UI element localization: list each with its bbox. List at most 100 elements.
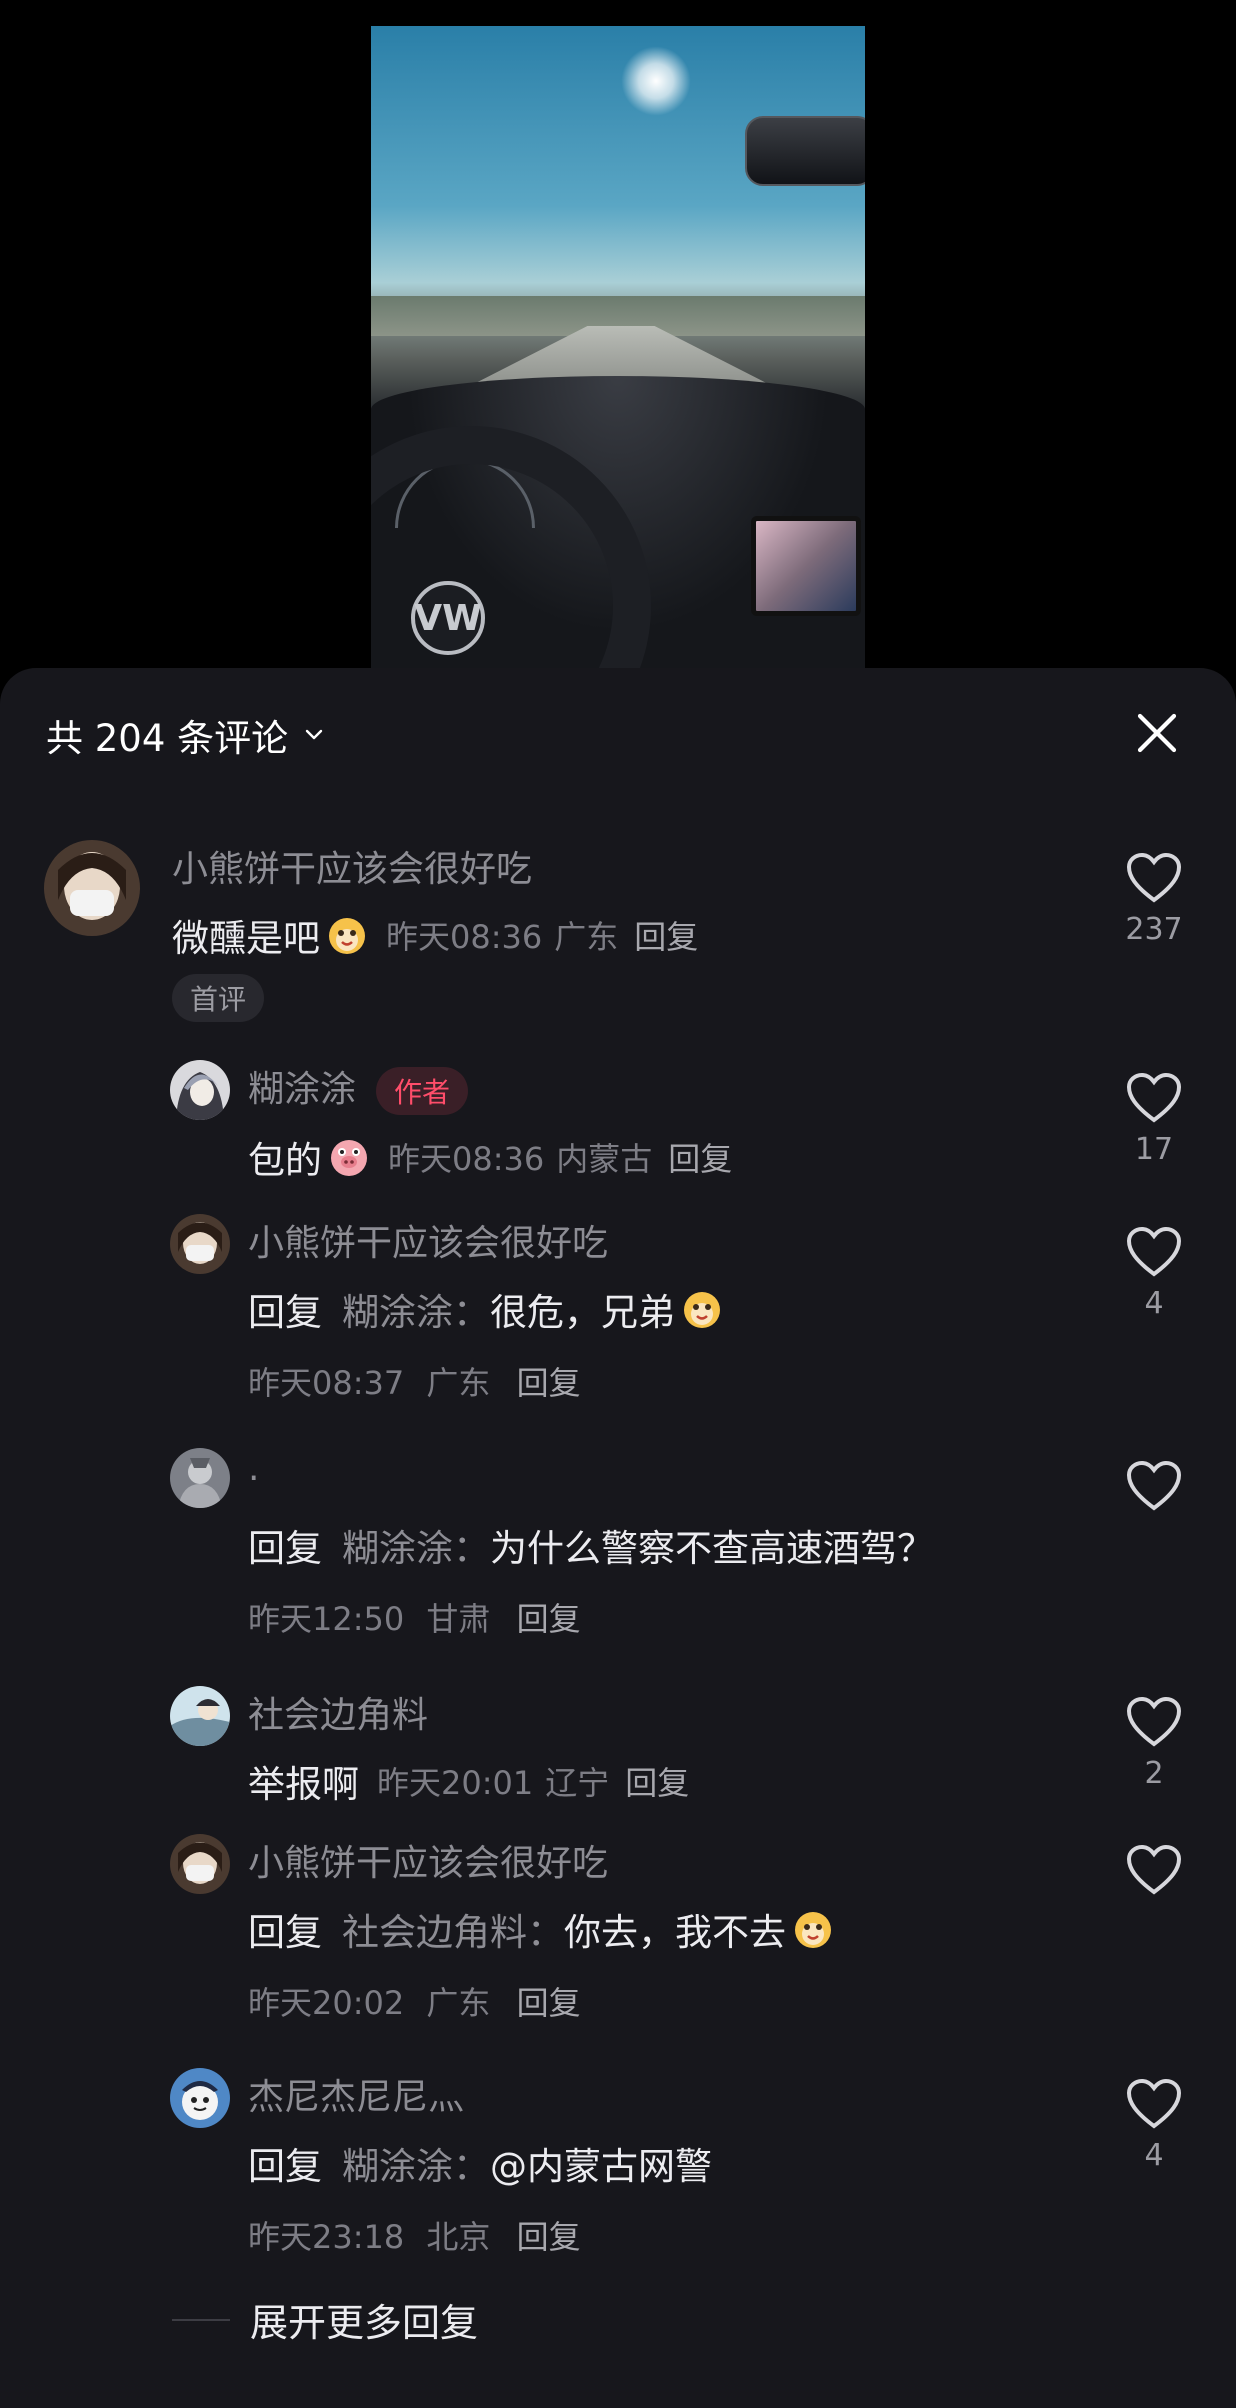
reply-prefix: 回复: [248, 1527, 322, 1570]
like-count: 17: [1134, 1132, 1174, 1167]
comment-location: 辽宁: [545, 1764, 610, 1802]
comment-text: @内蒙古网警: [490, 2145, 712, 2188]
video-rear-mirror: [745, 116, 865, 186]
comment-body[interactable]: 回复 糊涂涂： @内蒙古网警: [248, 2136, 712, 2190]
comment-text: 微醺是吧: [172, 917, 320, 960]
reply-target[interactable]: 糊涂涂：: [342, 1518, 490, 1572]
like-button[interactable]: [1114, 1460, 1194, 1520]
reply-prefix: 回复: [248, 1911, 322, 1954]
comment-count-title: 共 204 条评论: [46, 717, 289, 760]
expand-more-replies-button[interactable]: 展开更多回复: [172, 2292, 478, 2347]
comment-username[interactable]: 小熊饼干应该会很好吃: [248, 1834, 608, 1886]
like-button[interactable]: 17: [1114, 1072, 1194, 1167]
comment-location: 甘肃: [426, 1600, 491, 1638]
reply-target[interactable]: 糊涂涂：: [342, 2136, 490, 2190]
avatar[interactable]: [170, 1448, 230, 1508]
comment-location: 广东: [554, 918, 619, 956]
comment-body[interactable]: 回复 社会边角料： 你去，我不去: [248, 1902, 834, 1956]
author-badge: 作者: [376, 1067, 469, 1115]
comment-time: 昨天08:36: [388, 1140, 545, 1178]
heart-icon: [1126, 1696, 1182, 1747]
comment-location: 北京: [426, 2218, 491, 2256]
comment-username[interactable]: 杰尼杰尼尼灬: [248, 2068, 464, 2120]
smile-emoji-icon: [795, 1912, 831, 1948]
comment-text: 举报啊: [248, 1763, 359, 1806]
like-button[interactable]: 4: [1114, 2078, 1194, 2173]
reply-button[interactable]: 回复: [517, 1984, 581, 2022]
reply-button[interactable]: 回复: [668, 1134, 732, 1180]
expand-divider: [172, 2318, 230, 2321]
like-button[interactable]: [1114, 1844, 1194, 1904]
comment-location: 内蒙古: [556, 1140, 653, 1178]
reply-button[interactable]: 回复: [517, 1600, 581, 1638]
comment-time: 昨天20:02: [248, 1984, 405, 2022]
comment-meta: 昨天12:50 甘肃 回复: [248, 1594, 581, 1640]
reply-target[interactable]: 糊涂涂：: [342, 1282, 490, 1336]
first-comment-tag: 首评: [172, 974, 265, 1022]
avatar[interactable]: [44, 840, 140, 936]
comment-username[interactable]: 小熊饼干应该会很好吃: [248, 1214, 608, 1266]
heart-icon: [1126, 1072, 1182, 1123]
comment-username[interactable]: 社会边角料: [248, 1686, 428, 1738]
heart-icon: [1126, 1844, 1182, 1895]
avatar[interactable]: [170, 1834, 230, 1894]
like-button[interactable]: 4: [1114, 1226, 1194, 1321]
reply-target[interactable]: 社会边角料：: [342, 1902, 564, 1956]
comment-sheet: 共 204 条评论 小熊饼干应该会很好吃 微醺是吧 昨天08:36 广东 回复 …: [0, 668, 1236, 2408]
comment-header[interactable]: 共 204 条评论: [46, 710, 324, 760]
username-text: 糊涂涂: [248, 1069, 357, 1110]
comment-meta: 昨天08:37 广东 回复: [248, 1358, 581, 1404]
comment-text: 包的: [248, 1139, 322, 1182]
comment-body[interactable]: 包的 昨天08:36 内蒙古 回复: [248, 1130, 732, 1184]
heart-icon: [1126, 2078, 1182, 2129]
chevron-down-icon[interactable]: [304, 725, 324, 745]
like-button[interactable]: 2: [1114, 1696, 1194, 1791]
smile-emoji-icon: [684, 1292, 720, 1328]
like-button[interactable]: 237: [1114, 852, 1194, 947]
comment-meta: 昨天20:02 广东 回复: [248, 1978, 581, 2024]
like-count: 2: [1144, 1756, 1164, 1791]
reply-prefix: 回复: [248, 2145, 322, 2188]
heart-icon: [1126, 1226, 1182, 1277]
heart-icon: [1126, 1460, 1182, 1511]
avatar[interactable]: [170, 2068, 230, 2128]
comment-body[interactable]: 回复 糊涂涂： 很危，兄弟: [248, 1282, 723, 1336]
comment-username[interactable]: .: [248, 1448, 259, 1489]
video-preview[interactable]: VW: [371, 26, 865, 668]
like-count: 4: [1144, 2138, 1164, 2173]
comment-body[interactable]: 回复 糊涂涂： 为什么警察不查高速酒驾？: [248, 1518, 934, 1572]
video-car-logo: VW: [411, 581, 485, 655]
avatar[interactable]: [170, 1214, 230, 1274]
reply-prefix: 回复: [248, 1291, 322, 1334]
expand-label: 展开更多回复: [250, 2301, 479, 2345]
comment-text: 你去，我不去: [564, 1911, 786, 1954]
video-infotainment-screen: [751, 516, 861, 616]
comment-body[interactable]: 微醺是吧 昨天08:36 广东 回复: [172, 908, 698, 962]
comment-time: 昨天20:01: [377, 1764, 534, 1802]
pig-emoji-icon: [331, 1140, 367, 1176]
avatar[interactable]: [170, 1060, 230, 1120]
reply-button[interactable]: 回复: [634, 912, 698, 958]
comment-time: 昨天23:18: [248, 2218, 405, 2256]
comment-location: 广东: [426, 1984, 491, 2022]
comment-time: 昨天08:36: [386, 918, 543, 956]
comment-time: 昨天12:50: [248, 1600, 405, 1638]
avatar[interactable]: [170, 1686, 230, 1746]
comment-meta: 昨天23:18 北京 回复: [248, 2212, 581, 2258]
comment-location: 广东: [426, 1364, 491, 1402]
close-icon[interactable]: [1134, 710, 1180, 756]
reply-button[interactable]: 回复: [517, 1364, 581, 1402]
comment-body[interactable]: 举报啊 昨天20:01 辽宁 回复: [248, 1754, 689, 1808]
heart-icon: [1126, 852, 1182, 903]
comment-text: 很危，兄弟: [490, 1291, 675, 1334]
video-sun: [621, 46, 691, 116]
comment-username[interactable]: 糊涂涂 作者: [248, 1060, 469, 1115]
comment-username[interactable]: 小熊饼干应该会很好吃: [172, 840, 532, 892]
reply-button[interactable]: 回复: [625, 1758, 689, 1804]
smile-emoji-icon: [329, 918, 365, 954]
comment-time: 昨天08:37: [248, 1364, 405, 1402]
like-count: 4: [1144, 1286, 1164, 1321]
comment-text: 为什么警察不查高速酒驾？: [490, 1527, 934, 1570]
reply-button[interactable]: 回复: [517, 2218, 581, 2256]
like-count: 237: [1125, 912, 1183, 947]
